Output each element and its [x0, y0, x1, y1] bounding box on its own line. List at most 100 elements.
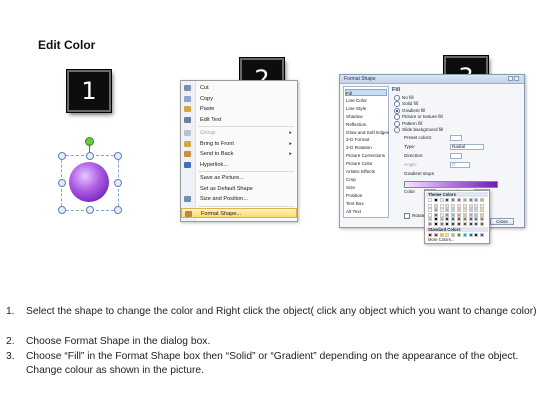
theme-color-swatch[interactable] [439, 203, 444, 208]
theme-color-swatch[interactable] [428, 208, 432, 213]
theme-color-swatch[interactable] [474, 212, 479, 217]
theme-color-swatch[interactable] [468, 212, 473, 217]
theme-color-swatch[interactable] [445, 217, 450, 222]
theme-color-swatch[interactable] [457, 212, 461, 217]
theme-color-swatch[interactable] [457, 222, 461, 226]
fill-option[interactable]: Slide background fill [394, 127, 443, 133]
theme-color-swatch[interactable] [433, 198, 438, 202]
dialog-category-item[interactable]: Picture Color [346, 160, 386, 167]
standard-color-swatch[interactable] [462, 233, 467, 237]
theme-color-swatch[interactable] [451, 222, 456, 226]
preset-colors-dropdown[interactable] [450, 135, 462, 141]
context-menu-item[interactable]: Bring to Front ▸ [181, 139, 297, 149]
radio-icon[interactable] [394, 101, 400, 108]
theme-color-swatch[interactable] [439, 222, 444, 226]
fill-option[interactable]: No fill [394, 95, 414, 101]
resize-handle-bottom[interactable] [86, 206, 94, 214]
theme-color-swatch[interactable] [445, 203, 450, 208]
dialog-category-item[interactable]: Shadow [346, 113, 386, 120]
close-button[interactable]: Close [490, 218, 514, 225]
theme-color-swatch[interactable] [480, 208, 485, 213]
resize-handle-left[interactable] [58, 179, 66, 187]
fill-option[interactable]: Pattern fill [394, 120, 422, 127]
standard-color-swatch[interactable] [439, 233, 444, 237]
theme-color-swatch[interactable] [462, 203, 467, 208]
context-menu-item[interactable]: Group ▸ [181, 128, 297, 138]
theme-color-swatch[interactable] [474, 222, 479, 226]
checkbox-icon[interactable] [404, 213, 410, 219]
resize-handle-top-left[interactable] [58, 152, 66, 160]
dialog-category-item[interactable]: Position [346, 192, 386, 199]
context-menu-item[interactable]: Copy [181, 94, 297, 104]
dialog-category-item[interactable]: 3-D Format [346, 136, 386, 143]
theme-color-swatch[interactable] [468, 203, 473, 208]
dialog-category-item[interactable]: Glow and Soft Edges [346, 129, 389, 136]
dialog-category-item[interactable]: Fill [345, 89, 387, 96]
theme-color-swatch[interactable] [433, 212, 438, 217]
context-menu-item[interactable]: Format Shape... [181, 207, 297, 218]
purple-sphere-shape[interactable] [69, 162, 109, 202]
theme-color-swatch[interactable] [468, 222, 473, 226]
resize-handle-top-right[interactable] [114, 152, 122, 160]
theme-color-swatch[interactable] [439, 212, 444, 217]
theme-color-swatch[interactable] [474, 208, 479, 213]
dialog-category-item[interactable]: Line Style [346, 105, 386, 112]
theme-color-swatch[interactable] [480, 222, 485, 226]
theme-color-swatch[interactable] [462, 222, 467, 226]
theme-color-swatch[interactable] [474, 198, 479, 202]
dialog-category-item[interactable]: Picture Corrections [346, 152, 386, 159]
dialog-category-item[interactable]: Size [346, 184, 386, 191]
theme-color-swatch[interactable] [433, 208, 438, 213]
standard-color-swatch[interactable] [428, 233, 432, 237]
resize-handle-bottom-right[interactable] [114, 206, 122, 214]
theme-color-swatch[interactable] [433, 203, 438, 208]
context-menu-item[interactable]: Set as Default Shape [181, 184, 297, 194]
theme-color-swatch[interactable] [451, 208, 456, 213]
fill-option[interactable]: Solid fill [394, 101, 418, 108]
theme-color-swatch[interactable] [474, 203, 479, 208]
theme-color-swatch[interactable] [428, 212, 432, 217]
standard-color-swatch[interactable] [451, 233, 456, 237]
close-icon[interactable] [514, 76, 519, 81]
resize-handle-top[interactable] [86, 152, 94, 160]
theme-color-swatch[interactable] [428, 198, 432, 202]
theme-color-swatch[interactable] [462, 212, 467, 217]
dialog-category-item[interactable]: Crop [346, 176, 386, 183]
theme-color-swatch[interactable] [445, 208, 450, 213]
theme-color-swatch[interactable] [462, 217, 467, 222]
gradient-stops-bar[interactable] [404, 181, 498, 188]
context-menu-item[interactable]: Send to Back ▸ [181, 149, 297, 159]
theme-color-swatch[interactable] [462, 208, 467, 213]
theme-color-swatch[interactable] [457, 217, 461, 222]
theme-color-swatch[interactable] [457, 203, 461, 208]
theme-color-swatch[interactable] [468, 208, 473, 213]
theme-color-swatch[interactable] [451, 198, 456, 202]
standard-color-swatch[interactable] [433, 233, 438, 237]
theme-color-swatch[interactable] [480, 203, 485, 208]
context-menu-item[interactable]: Size and Position... [181, 194, 297, 204]
more-colors-link[interactable]: More Colors... [428, 237, 454, 242]
context-menu-item[interactable]: Paste [181, 104, 297, 114]
radio-icon[interactable] [394, 107, 400, 114]
fill-option[interactable]: Gradient fill [394, 107, 425, 114]
dialog-category-item[interactable]: Artistic Effects [346, 168, 386, 175]
dialog-category-item[interactable]: 3-D Rotation [346, 144, 386, 151]
theme-color-swatch[interactable] [445, 198, 450, 202]
help-icon[interactable] [508, 76, 513, 81]
theme-color-swatch[interactable] [480, 198, 485, 202]
theme-color-swatch[interactable] [457, 208, 461, 213]
theme-color-swatch[interactable] [468, 198, 473, 202]
standard-color-swatch[interactable] [468, 233, 473, 237]
direction-dropdown[interactable] [450, 153, 462, 159]
theme-color-swatch[interactable] [439, 198, 444, 202]
theme-color-swatch[interactable] [451, 212, 456, 217]
theme-color-swatch[interactable] [474, 217, 479, 222]
theme-color-swatch[interactable] [428, 217, 432, 222]
radio-icon[interactable] [394, 114, 400, 121]
dialog-category-item[interactable]: Reflection [346, 121, 386, 128]
radio-icon[interactable] [394, 95, 400, 101]
theme-color-swatch[interactable] [445, 212, 450, 217]
theme-color-swatch[interactable] [451, 217, 456, 222]
theme-color-swatch[interactable] [439, 217, 444, 222]
dialog-category-item[interactable]: Text Box [346, 200, 386, 207]
